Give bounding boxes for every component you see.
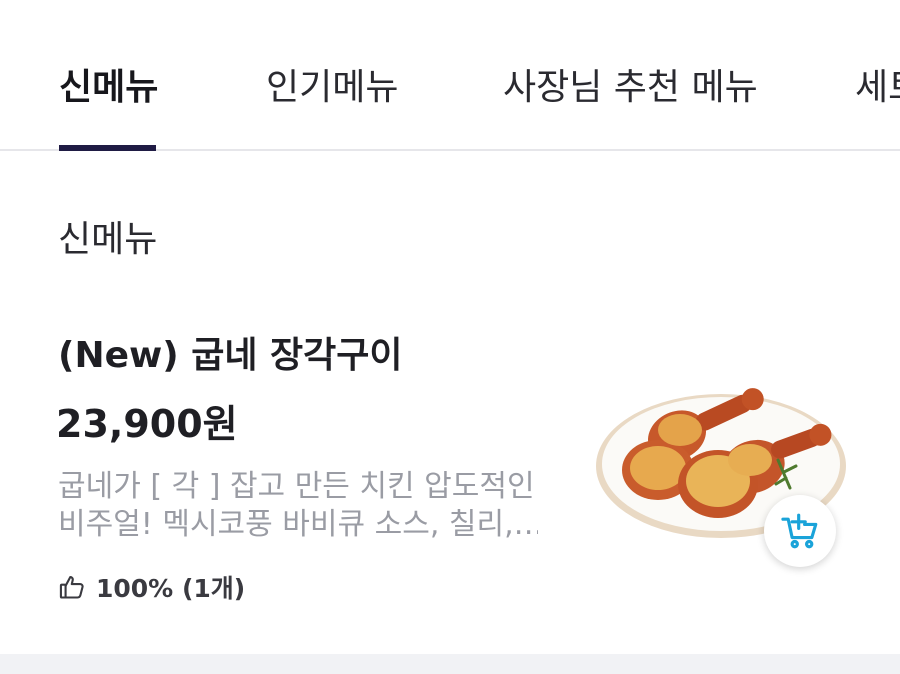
thumbs-up-icon [59, 576, 84, 599]
tab-set-menu[interactable]: 세트 [855, 66, 900, 110]
description-line: 굽네가 [ 각 ] 잡고 만든 치킨 압도적인 [58, 469, 535, 504]
rating: 100% (1개) [58, 570, 245, 604]
menu-item-price: 23,900원 [56, 402, 238, 446]
description-line: 비주얼! 멕시코풍 바비큐 소스, 칠리,… [58, 507, 538, 542]
section-divider [0, 654, 900, 674]
rating-text: 100% (1개) [96, 574, 246, 603]
cart-plus-icon [781, 513, 818, 549]
section-title: 신메뉴 [58, 219, 158, 260]
tab-new-menu[interactable]: 신메뉴 [59, 66, 158, 110]
add-to-cart-button[interactable] [764, 495, 836, 567]
menu-tab-bar: 신메뉴 인기메뉴 사장님 추천 메뉴 세트 [0, 0, 900, 151]
menu-item-description: 굽네가 [ 각 ] 잡고 만든 치킨 압도적인 비주얼! 멕시코풍 바비큐 소스… [58, 468, 538, 544]
active-tab-indicator [59, 145, 156, 151]
tab-popular-menu[interactable]: 인기메뉴 [266, 66, 398, 110]
menu-item-name[interactable]: (New) 굽네 장각구이 [58, 333, 403, 379]
tab-owner-recommended[interactable]: 사장님 추천 메뉴 [503, 66, 758, 110]
